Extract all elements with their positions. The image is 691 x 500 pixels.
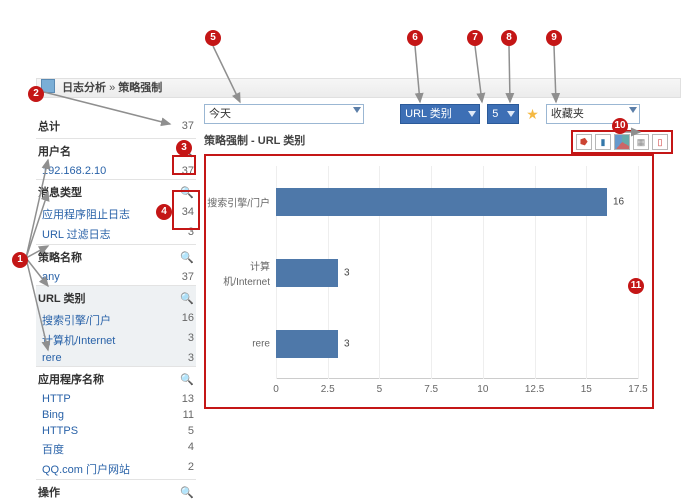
list-item[interactable]: Bing11 — [36, 407, 196, 423]
list-item[interactable]: 搜索引擎/门户 16 — [36, 310, 196, 330]
callout-9: 9 — [546, 30, 562, 46]
list-item[interactable]: HTTP13 — [36, 391, 196, 407]
callout-3: 3 — [176, 140, 192, 156]
action-header: 操作 — [38, 484, 60, 500]
section-msgtype: 消息类型 🔍 应用程序阻止日志 34 URL 过滤日志 3 — [36, 180, 196, 245]
callout-7: 7 — [467, 30, 483, 46]
group-by-label: URL 类别 — [405, 108, 452, 120]
sidebar: 总计 37 用户名 🔍 192.168.2.10 37 消息类型 🔍 应用程序阻… — [36, 114, 196, 500]
section-policyname: 策略名称 🔍 any 37 — [36, 245, 196, 286]
date-range-label: 今天 — [209, 108, 231, 120]
x-tick: 2.5 — [321, 384, 335, 395]
appname-header: 应用程序名称 — [38, 371, 104, 387]
callout-2: 2 — [28, 86, 44, 102]
date-range-select[interactable]: 今天 — [204, 104, 364, 124]
x-tick: 7.5 — [424, 384, 438, 395]
y-tick: rere — [206, 338, 270, 349]
msgtype-header: 消息类型 — [38, 184, 82, 200]
limit-label: 5 — [492, 108, 498, 120]
list-item[interactable]: URL 过滤日志 3 — [36, 224, 196, 244]
favorites-label: 收藏夹 — [551, 108, 584, 120]
pdf-icon[interactable]: ▯ — [652, 134, 668, 150]
search-icon[interactable]: 🔍 — [180, 251, 194, 264]
chevron-down-icon — [629, 107, 637, 113]
breadcrumb-part2: 策略强制 — [118, 82, 162, 94]
search-icon[interactable]: 🔍 — [180, 186, 194, 199]
username-header: 用户名 — [38, 143, 71, 159]
chart-bar — [276, 259, 338, 287]
x-tick: 0 — [273, 384, 279, 395]
section-total: 总计 37 — [36, 114, 196, 139]
search-icon[interactable]: 🔍 — [180, 373, 194, 386]
toolbar: 今天 URL 类别 5 ★ 收藏夹 — [204, 104, 677, 126]
list-item[interactable]: rere 3 — [36, 350, 196, 366]
chart-bar — [276, 188, 607, 216]
callout-6: 6 — [407, 30, 423, 46]
chart-panel: 0 2.5 5 7.5 10 12.5 15 17.5 搜索引擎/门户 16 计算机/Interne… — [204, 154, 654, 409]
star-icon[interactable]: ★ — [526, 106, 539, 123]
breadcrumb: 日志分析 » 策略强制 — [36, 78, 681, 98]
callout-11: 11 — [628, 278, 644, 294]
limit-select[interactable]: 5 — [487, 104, 519, 124]
bar-value: 3 — [344, 338, 350, 349]
total-count: 37 — [182, 120, 194, 132]
list-item[interactable]: 计算机/Internet 3 — [36, 330, 196, 350]
search-icon[interactable]: 🔍 — [180, 486, 194, 499]
section-urlcategory: URL 类别 🔍 搜索引擎/门户 16 计算机/Internet 3 rere … — [36, 286, 196, 367]
bar-value: 16 — [613, 196, 624, 207]
chevron-down-icon — [353, 107, 361, 113]
y-tick: 搜索引擎/门户 — [206, 194, 270, 209]
grid-icon[interactable]: ▦ — [633, 134, 649, 150]
chevron-down-icon — [507, 111, 515, 117]
line-chart-icon[interactable]: ⭓ — [576, 134, 592, 150]
x-tick: 15 — [581, 384, 592, 395]
total-label: 总计 — [38, 118, 60, 134]
callout-4: 4 — [156, 204, 172, 220]
chart-plot: 02.557.51012.51517.5搜索引擎/门户16计算机/Interne… — [276, 166, 638, 379]
urlcategory-header: URL 类别 — [38, 290, 85, 306]
chevron-down-icon — [468, 111, 476, 117]
bar-chart-icon[interactable]: ▮ — [595, 134, 611, 150]
callout-1: 1 — [12, 252, 28, 268]
bar-value: 3 — [344, 267, 350, 278]
list-item[interactable]: HTTPS5 — [36, 423, 196, 439]
x-tick: 10 — [477, 384, 488, 395]
x-tick: 5 — [377, 384, 383, 395]
breadcrumb-part1: 日志分析 — [62, 82, 106, 94]
y-tick: 计算机/Internet — [206, 258, 270, 288]
list-item[interactable]: any 37 — [36, 269, 196, 285]
group-by-select[interactable]: URL 类别 — [400, 104, 480, 124]
search-icon[interactable]: 🔍 — [180, 292, 194, 305]
section-appname: 应用程序名称 🔍 HTTP13 Bing11 HTTPS5 百度4 QQ.com… — [36, 367, 196, 480]
callout-8: 8 — [501, 30, 517, 46]
section-action: 操作 🔍 阻止 37 — [36, 480, 196, 500]
chart-title: 策略强制 - URL 类别 — [204, 132, 305, 148]
section-username: 用户名 🔍 192.168.2.10 37 — [36, 139, 196, 180]
list-item[interactable]: 应用程序阻止日志 34 — [36, 204, 196, 224]
callout-10: 10 — [612, 118, 628, 134]
list-item[interactable]: 百度4 — [36, 439, 196, 459]
policyname-header: 策略名称 — [38, 249, 82, 265]
x-tick: 17.5 — [628, 384, 647, 395]
callout-5: 5 — [205, 30, 221, 46]
x-tick: 12.5 — [525, 384, 544, 395]
list-item[interactable]: QQ.com 门户网站2 — [36, 459, 196, 479]
pie-chart-icon[interactable] — [614, 134, 630, 150]
list-item[interactable]: 192.168.2.10 37 — [36, 163, 196, 179]
chart-bar — [276, 330, 338, 358]
